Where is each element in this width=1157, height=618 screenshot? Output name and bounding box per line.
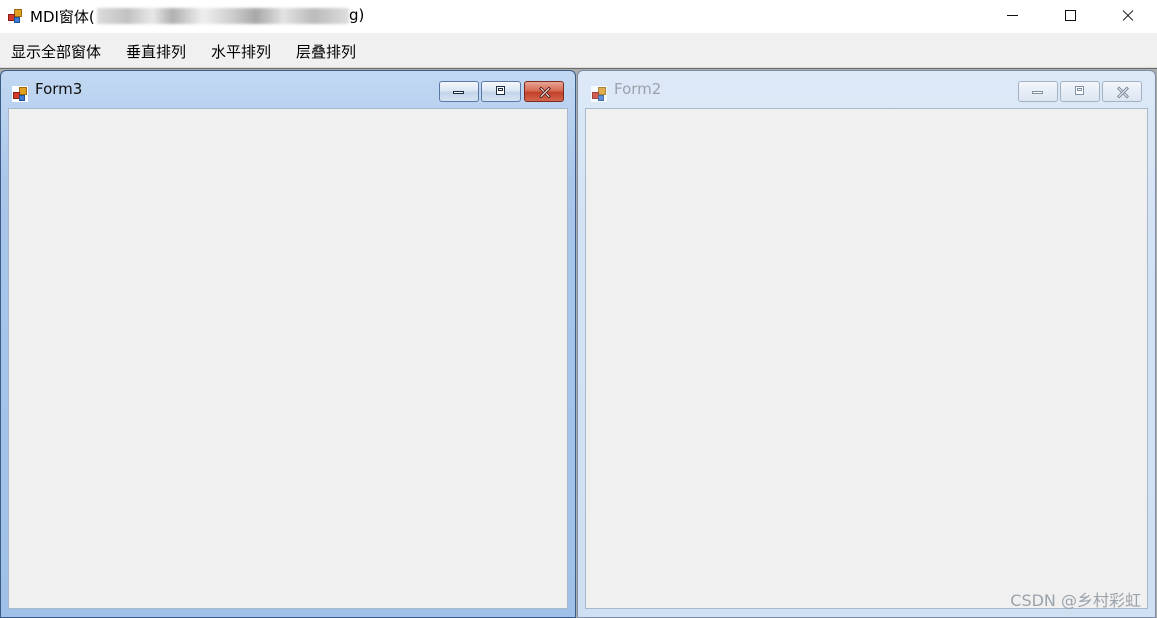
watermark: CSDN @乡村彩虹 [1010, 591, 1141, 610]
app-icon [7, 8, 23, 24]
child-window-form3[interactable]: Form3 [0, 70, 576, 618]
minimize-icon [1007, 15, 1018, 16]
maximize-icon [1065, 10, 1076, 21]
form2-close-button[interactable] [1102, 81, 1142, 102]
form3-restore-button[interactable] [481, 81, 521, 102]
form2-restore-button[interactable] [1060, 81, 1100, 102]
maximize-button[interactable] [1041, 0, 1099, 33]
close-icon [1117, 86, 1129, 98]
menu-item-tile-horizontal[interactable]: 水平排列 [210, 41, 272, 62]
form2-title: Form2 [614, 80, 662, 98]
form3-title: Form3 [35, 80, 83, 98]
minimize-button[interactable] [983, 0, 1041, 33]
restore-icon [1075, 86, 1084, 95]
close-icon [539, 86, 551, 98]
form3-minimize-button[interactable] [439, 81, 479, 102]
form2-client-area[interactable] [585, 108, 1148, 609]
form2-minimize-button[interactable] [1018, 81, 1058, 102]
title-bar[interactable]: MDI窗体( g) [0, 0, 1157, 33]
menu-item-cascade[interactable]: 层叠排列 [295, 41, 357, 62]
minimize-icon [453, 91, 464, 94]
restore-icon [496, 86, 505, 95]
menu-item-show-all[interactable]: 显示全部窗体 [10, 41, 102, 62]
close-button[interactable] [1099, 0, 1157, 33]
window-title-tail: g) [349, 6, 365, 24]
minimize-icon [1032, 91, 1043, 94]
redacted-title-text [97, 8, 349, 24]
form3-client-area[interactable] [8, 108, 568, 609]
menu-bar: 显示全部窗体 垂直排列 水平排列 层叠排列 [0, 33, 1157, 68]
form3-close-button[interactable] [524, 81, 564, 102]
menu-item-tile-vertical[interactable]: 垂直排列 [125, 41, 187, 62]
form2-app-icon [591, 86, 607, 102]
window-title: MDI窗体( [30, 8, 95, 26]
form3-app-icon [12, 86, 28, 102]
child-window-form2[interactable]: Form2 [577, 70, 1156, 618]
